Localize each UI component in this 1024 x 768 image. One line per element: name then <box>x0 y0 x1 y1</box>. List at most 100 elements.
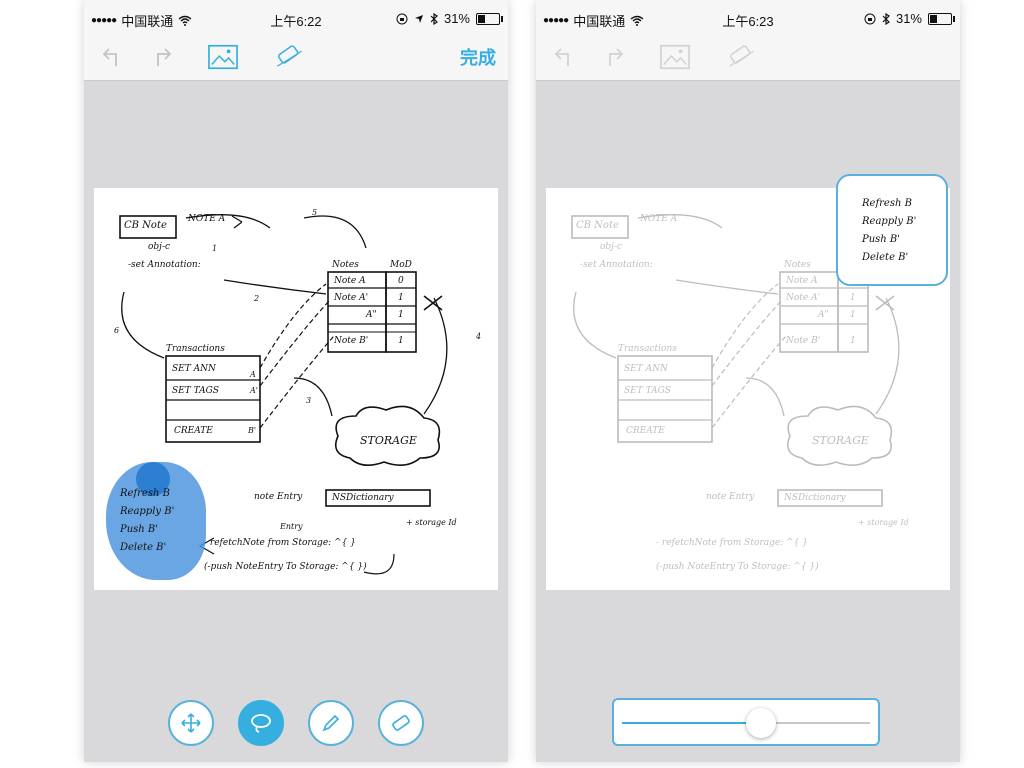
move-icon <box>181 713 201 733</box>
storage-id-label: + storage Id <box>406 518 457 527</box>
phone-screen-right: ●●●●● 中国联通 上午6:23 31% CB Note NOTE A obj… <box>536 0 960 762</box>
selection-line-4: Delete B' <box>862 252 909 263</box>
storage-id-label: + storage Id <box>858 518 909 527</box>
entry-label: Entry <box>280 522 303 531</box>
row2-value: 1 <box>850 293 856 303</box>
notes-header: Notes <box>332 260 359 270</box>
status-bar: ●●●●● 中国联通 上午6:23 31% <box>536 0 960 34</box>
row1-label: Note A <box>334 276 366 286</box>
bottom-toolbar <box>84 682 508 762</box>
row4-value: 1 <box>398 336 404 346</box>
row1-label: Note A <box>786 276 818 286</box>
row2-label: Note A' <box>786 293 821 303</box>
selection-line-3: Push B' <box>862 234 901 245</box>
slider-thumb[interactable] <box>745 708 776 738</box>
set-ann-label: SET ANN <box>172 364 216 374</box>
note-a-label: NOTE A <box>640 214 678 224</box>
redo-icon[interactable] <box>598 42 628 72</box>
eraser-icon <box>392 715 410 731</box>
eraser-toolbar-icon[interactable] <box>274 42 304 72</box>
battery-icon <box>476 12 503 25</box>
undo-icon[interactable] <box>98 42 128 72</box>
battery-percent: 31% <box>895 11 922 26</box>
selection-line-2: Reapply B' <box>862 216 917 227</box>
refetch-line: - refetchNote from Storage: ^{ } <box>656 538 808 548</box>
transactions-label: Transactions <box>166 344 225 354</box>
move-tool-button[interactable] <box>168 700 214 746</box>
set-annotation-label: -set Annotation: <box>580 260 653 270</box>
row3-label: A" <box>818 310 829 320</box>
cb-note-label: CB Note <box>124 220 167 231</box>
set-tags-label: SET TAGS <box>624 386 671 396</box>
floating-selection-box[interactable]: Refresh B Reapply B' Push B' Delete B' <box>836 174 948 286</box>
orientation-lock-icon <box>396 13 408 24</box>
circle-6: 6 <box>114 326 120 335</box>
mod-header: MoD <box>390 260 412 270</box>
slider-fill <box>622 722 761 724</box>
selection-line-1: Refresh B <box>862 198 912 209</box>
push-line: (-push NoteEntry To Storage: ^{ }) <box>204 562 367 572</box>
note-entry-label: note Entry <box>706 492 755 502</box>
battery-fill <box>478 14 485 23</box>
row4-label: Note B' <box>334 336 369 346</box>
phone-screen-left: ●●●●● 中国联通 上午6:22 31% 完成 CB Note NOTE A … <box>84 0 508 762</box>
push-line: (-push NoteEntry To Storage: ^{ }) <box>656 562 819 572</box>
status-bar: ●●●●● 中国联通 上午6:22 31% <box>84 0 508 34</box>
notes-header: Notes <box>784 260 811 270</box>
cb-note-label: CB Note <box>576 220 619 231</box>
row2-label: Note A' <box>334 293 369 303</box>
selection-line-4: Delete B' <box>120 542 167 553</box>
pen-icon <box>322 714 340 732</box>
set-annotation-label: -set Annotation: <box>128 260 201 270</box>
battery-icon <box>928 12 955 25</box>
circle-2: 2 <box>254 294 260 303</box>
objc-label: obj-c <box>148 242 171 252</box>
pen-tool-button[interactable] <box>308 700 354 746</box>
note-a-label: NOTE A <box>188 214 226 224</box>
create-label: CREATE <box>626 426 665 436</box>
nsdictionary-label: NSDictionary <box>332 493 394 503</box>
row3-value: 1 <box>398 310 404 320</box>
storage-label: STORAGE <box>360 434 417 447</box>
eraser-tool-button[interactable] <box>378 700 424 746</box>
set-ann-label: SET ANN <box>624 364 668 374</box>
circle-1: 1 <box>212 244 218 253</box>
orientation-lock-icon <box>864 13 876 24</box>
image-icon[interactable] <box>208 42 238 72</box>
selection-line-3: Push B' <box>120 524 159 535</box>
bluetooth-icon <box>882 12 890 25</box>
toolbar <box>536 34 960 81</box>
battery-percent: 31% <box>443 11 470 26</box>
set-tags-label: SET TAGS <box>172 386 219 396</box>
location-icon <box>414 14 423 23</box>
redo-icon[interactable] <box>146 42 176 72</box>
slider-track[interactable] <box>622 708 870 738</box>
circle-4: 4 <box>476 332 482 341</box>
row4-label: Note B' <box>786 336 821 346</box>
done-button[interactable]: 完成 <box>460 44 496 70</box>
circle-5: 5 <box>312 208 318 217</box>
row1-value: 0 <box>398 276 404 286</box>
tag-b-label: B' <box>248 426 257 435</box>
toolbar: 完成 <box>84 34 508 81</box>
circle-3: 3 <box>306 396 312 405</box>
objc-label: obj-c <box>600 242 623 252</box>
nsdictionary-label: NSDictionary <box>784 493 846 503</box>
row2-value: 1 <box>398 293 404 303</box>
bluetooth-icon <box>430 12 438 25</box>
status-right: 31% <box>864 11 955 26</box>
undo-icon[interactable] <box>550 42 580 72</box>
selection-line-1: Refresh B <box>120 488 170 499</box>
lasso-icon <box>251 714 271 733</box>
row3-label: A" <box>366 310 377 320</box>
row3-value: 1 <box>850 310 856 320</box>
eraser-toolbar-icon[interactable] <box>726 42 756 72</box>
row4-value: 1 <box>850 336 856 346</box>
selection-line-2: Reapply B' <box>120 506 175 517</box>
storage-label: STORAGE <box>812 434 869 447</box>
tag-a-label: A <box>250 370 256 379</box>
battery-fill <box>930 14 937 23</box>
opacity-slider-panel <box>612 698 880 746</box>
lasso-tool-button[interactable] <box>238 700 284 746</box>
image-icon[interactable] <box>660 42 690 72</box>
